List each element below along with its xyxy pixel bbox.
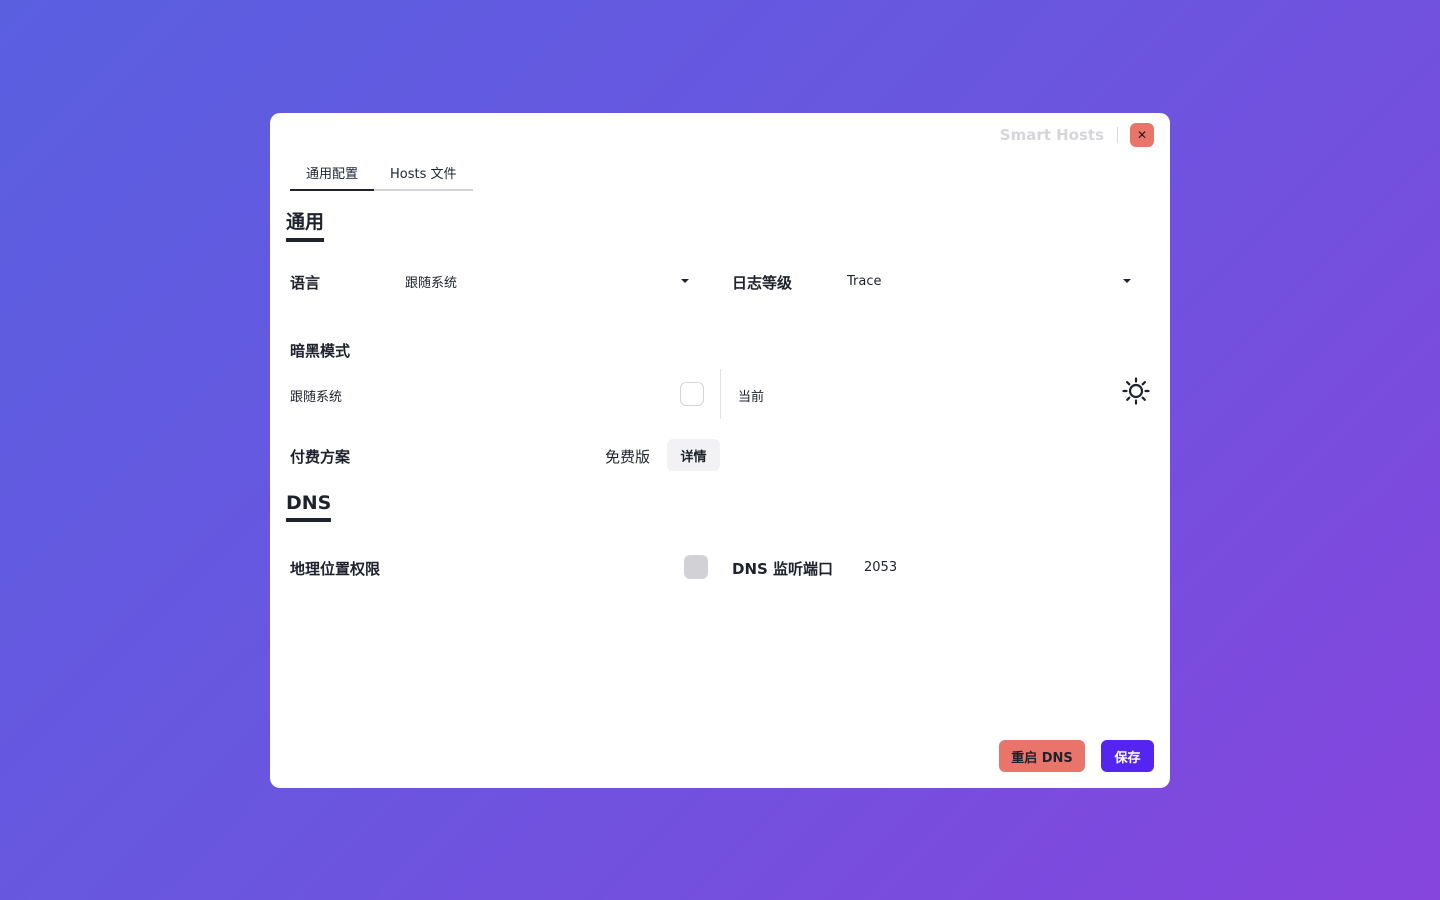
language-label: 语言 (290, 274, 321, 292)
sun-icon[interactable] (1122, 377, 1150, 405)
follow-system-checkbox[interactable] (680, 382, 704, 406)
tab-general-config[interactable]: 通用配置 (290, 157, 375, 191)
log-level-label: 日志等级 (732, 274, 793, 292)
caret-down-icon (681, 279, 689, 283)
language-select-value: 跟随系统 (405, 275, 458, 291)
title-divider (1117, 127, 1118, 143)
dns-port-input[interactable] (864, 555, 1064, 579)
tab-hosts-file[interactable]: Hosts 文件 (374, 157, 473, 189)
tab-bar: 通用配置 Hosts 文件 (290, 157, 473, 191)
close-icon: ✕ (1136, 128, 1148, 142)
geo-permission-checkbox[interactable] (684, 555, 708, 579)
geo-permission-label: 地理位置权限 (290, 560, 381, 578)
dark-mode-label: 暗黑模式 (290, 342, 351, 360)
section-title-dns: DNS (286, 492, 332, 522)
caret-down-icon (1123, 279, 1131, 283)
plan-value: 免费版 (605, 448, 651, 466)
log-level-select-value: Trace (847, 273, 882, 289)
save-button[interactable]: 保存 (1101, 740, 1154, 772)
plan-label: 付费方案 (290, 448, 351, 466)
language-select[interactable]: 跟随系统 (405, 267, 695, 295)
app-title: Smart Hosts (999, 126, 1104, 144)
plan-details-button[interactable]: 详情 (667, 439, 720, 471)
dark-mode-divider (720, 369, 721, 419)
log-level-select[interactable]: Trace (847, 267, 1137, 295)
dns-port-label: DNS 监听端口 (732, 560, 834, 578)
close-button[interactable]: ✕ (1130, 123, 1154, 147)
follow-system-label: 跟随系统 (290, 390, 343, 405)
section-title-general: 通用 (286, 207, 325, 242)
current-mode-label: 当前 (738, 390, 765, 405)
settings-window: Smart Hosts ✕ 通用配置 Hosts 文件 通用 语言 跟随系统 日… (270, 113, 1170, 788)
restart-dns-button[interactable]: 重启 DNS (999, 740, 1085, 772)
